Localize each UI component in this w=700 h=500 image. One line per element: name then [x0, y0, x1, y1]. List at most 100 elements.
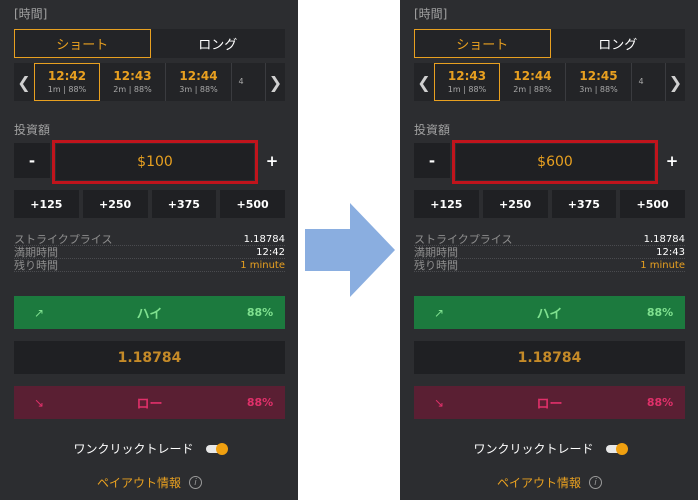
tab-long[interactable]: ロング: [151, 29, 286, 58]
chevron-right-icon[interactable]: ❯: [665, 63, 685, 101]
chevron-left-icon[interactable]: ❮: [14, 63, 34, 101]
low-label: ロー: [136, 397, 163, 412]
one-click-trade: ワンクリックトレード: [14, 440, 285, 457]
expiry-time-selector: ❮ 12:43 1m | 88% 12:44 2m | 88% 12:45 3m…: [414, 63, 685, 101]
high-payout: 88%: [246, 306, 274, 319]
investment-label: 投資額: [414, 123, 451, 137]
arrow-down-right-icon: ↘: [33, 395, 45, 410]
low-label: ロー: [536, 397, 563, 412]
arrow-up-right-icon: ↗: [433, 305, 445, 320]
amount-input[interactable]: $600: [456, 144, 654, 180]
quick-add-button[interactable]: +500: [620, 190, 685, 218]
info-label: 残り時間: [414, 259, 458, 272]
remaining-time-row: 残り時間 1 minute: [414, 259, 685, 272]
info-label: 残り時間: [14, 259, 58, 272]
expiry-time-value: 12:45: [579, 69, 618, 83]
tab-short[interactable]: ショート: [14, 29, 151, 58]
trade-info: ストライクプライス 1.18784 満期時間 12:43 残り時間 1 minu…: [414, 233, 685, 272]
amount-input[interactable]: $100: [56, 144, 254, 180]
time-section-title: [時間]: [414, 7, 448, 21]
quick-add-button[interactable]: +500: [220, 190, 285, 218]
expiry-time-list: 12:43 1m | 88% 12:44 2m | 88% 12:45 3m |…: [434, 63, 665, 101]
decrease-amount-button[interactable]: -: [14, 143, 50, 178]
low-payout: 88%: [646, 396, 674, 409]
current-price: 1.18784: [414, 341, 685, 374]
chevron-left-icon[interactable]: ❮: [414, 63, 434, 101]
arrow-up-right-icon: ↗: [33, 305, 45, 320]
toggle-knob: [615, 442, 628, 455]
quick-add-button[interactable]: +250: [82, 190, 148, 218]
expiry-time-list: 12:42 1m | 88% 12:43 2m | 88% 12:44 3m |…: [34, 63, 265, 101]
one-click-label: ワンクリックトレード: [73, 442, 194, 456]
payout-info: ペイアウト情報 i: [414, 474, 685, 491]
expiry-time-value: 12:43: [113, 69, 152, 83]
increase-amount-button[interactable]: +: [259, 143, 285, 178]
one-click-toggle[interactable]: [605, 442, 628, 455]
quick-add-button[interactable]: +375: [151, 190, 217, 218]
info-value: 1 minute: [640, 259, 685, 271]
quick-add-buttons: +125 +250 +375 +500: [414, 190, 685, 218]
info-value: 12:43: [656, 246, 685, 258]
one-click-toggle[interactable]: [205, 442, 228, 455]
quick-add-button[interactable]: +125: [414, 190, 479, 218]
low-button[interactable]: ↘ ロー 88%: [414, 386, 685, 419]
direction-toggle: ショート ロング: [414, 29, 685, 58]
direction-toggle: ショート ロング: [14, 29, 285, 58]
expiry-time-value: 12:43: [447, 69, 487, 83]
amount-row: - $600 +: [414, 140, 685, 184]
expiry-time-option[interactable]: 12:44 2m | 88%: [500, 63, 566, 101]
expiry-time-payout: 3m | 88%: [179, 85, 218, 94]
info-value: 12:42: [256, 246, 285, 258]
quick-add-button[interactable]: +125: [14, 190, 79, 218]
tab-long[interactable]: ロング: [551, 29, 686, 58]
expiry-time-payout: 1m | 88%: [47, 85, 87, 94]
remaining-time-row: 残り時間 1 minute: [14, 259, 285, 272]
high-payout: 88%: [646, 306, 674, 319]
expiry-time-payout: 4: [238, 77, 244, 86]
expiry-time-payout: 2m | 88%: [113, 85, 152, 94]
payout-info-link[interactable]: ペイアウト情報: [97, 474, 181, 491]
high-label: ハイ: [536, 307, 563, 322]
expiry-time-payout: 3m | 88%: [579, 85, 618, 94]
expiry-time-option-partial[interactable]: 4: [632, 63, 650, 101]
info-value: 1.18784: [243, 233, 285, 245]
one-click-trade: ワンクリックトレード: [414, 440, 685, 457]
quick-add-button[interactable]: +375: [551, 190, 617, 218]
decrease-amount-button[interactable]: -: [414, 143, 450, 178]
info-value: 1 minute: [240, 259, 285, 271]
expiry-time-value: 12:42: [47, 69, 87, 83]
time-section-title: [時間]: [14, 7, 48, 21]
payout-info-link[interactable]: ペイアウト情報: [497, 474, 581, 491]
expiry-time-option-partial[interactable]: 4: [232, 63, 250, 101]
expiry-time-option[interactable]: 12:43 2m | 88%: [100, 63, 166, 101]
high-button[interactable]: ↗ ハイ 88%: [414, 296, 685, 329]
info-icon[interactable]: i: [589, 476, 602, 489]
low-payout: 88%: [246, 396, 274, 409]
increase-amount-button[interactable]: +: [659, 143, 685, 178]
one-click-label: ワンクリックトレード: [473, 442, 594, 456]
quick-add-button[interactable]: +250: [482, 190, 548, 218]
tab-short[interactable]: ショート: [414, 29, 551, 58]
current-price: 1.18784: [14, 341, 285, 374]
high-button[interactable]: ↗ ハイ 88%: [14, 296, 285, 329]
expiry-time-option[interactable]: 12:44 3m | 88%: [166, 63, 232, 101]
expiry-time-payout: 2m | 88%: [513, 85, 552, 94]
expiry-time-option[interactable]: 12:43 1m | 88%: [434, 63, 500, 101]
toggle-knob: [215, 442, 228, 455]
arrow-down-right-icon: ↘: [433, 395, 445, 410]
expiry-time-value: 12:44: [179, 69, 218, 83]
quick-add-buttons: +125 +250 +375 +500: [14, 190, 285, 218]
expiry-time-option[interactable]: 12:45 3m | 88%: [566, 63, 632, 101]
amount-row: - $100 +: [14, 140, 285, 184]
chevron-right-icon[interactable]: ❯: [265, 63, 285, 101]
expiry-time-payout: 1m | 88%: [447, 85, 487, 94]
info-value: 1.18784: [643, 233, 685, 245]
info-icon[interactable]: i: [189, 476, 202, 489]
high-label: ハイ: [136, 307, 163, 322]
expiry-time-payout: 4: [638, 77, 644, 86]
low-button[interactable]: ↘ ロー 88%: [14, 386, 285, 419]
expiry-time-value: 12:44: [513, 69, 552, 83]
payout-info: ペイアウト情報 i: [14, 474, 285, 491]
trade-info: ストライクプライス 1.18784 満期時間 12:42 残り時間 1 minu…: [14, 233, 285, 272]
expiry-time-option[interactable]: 12:42 1m | 88%: [34, 63, 100, 101]
